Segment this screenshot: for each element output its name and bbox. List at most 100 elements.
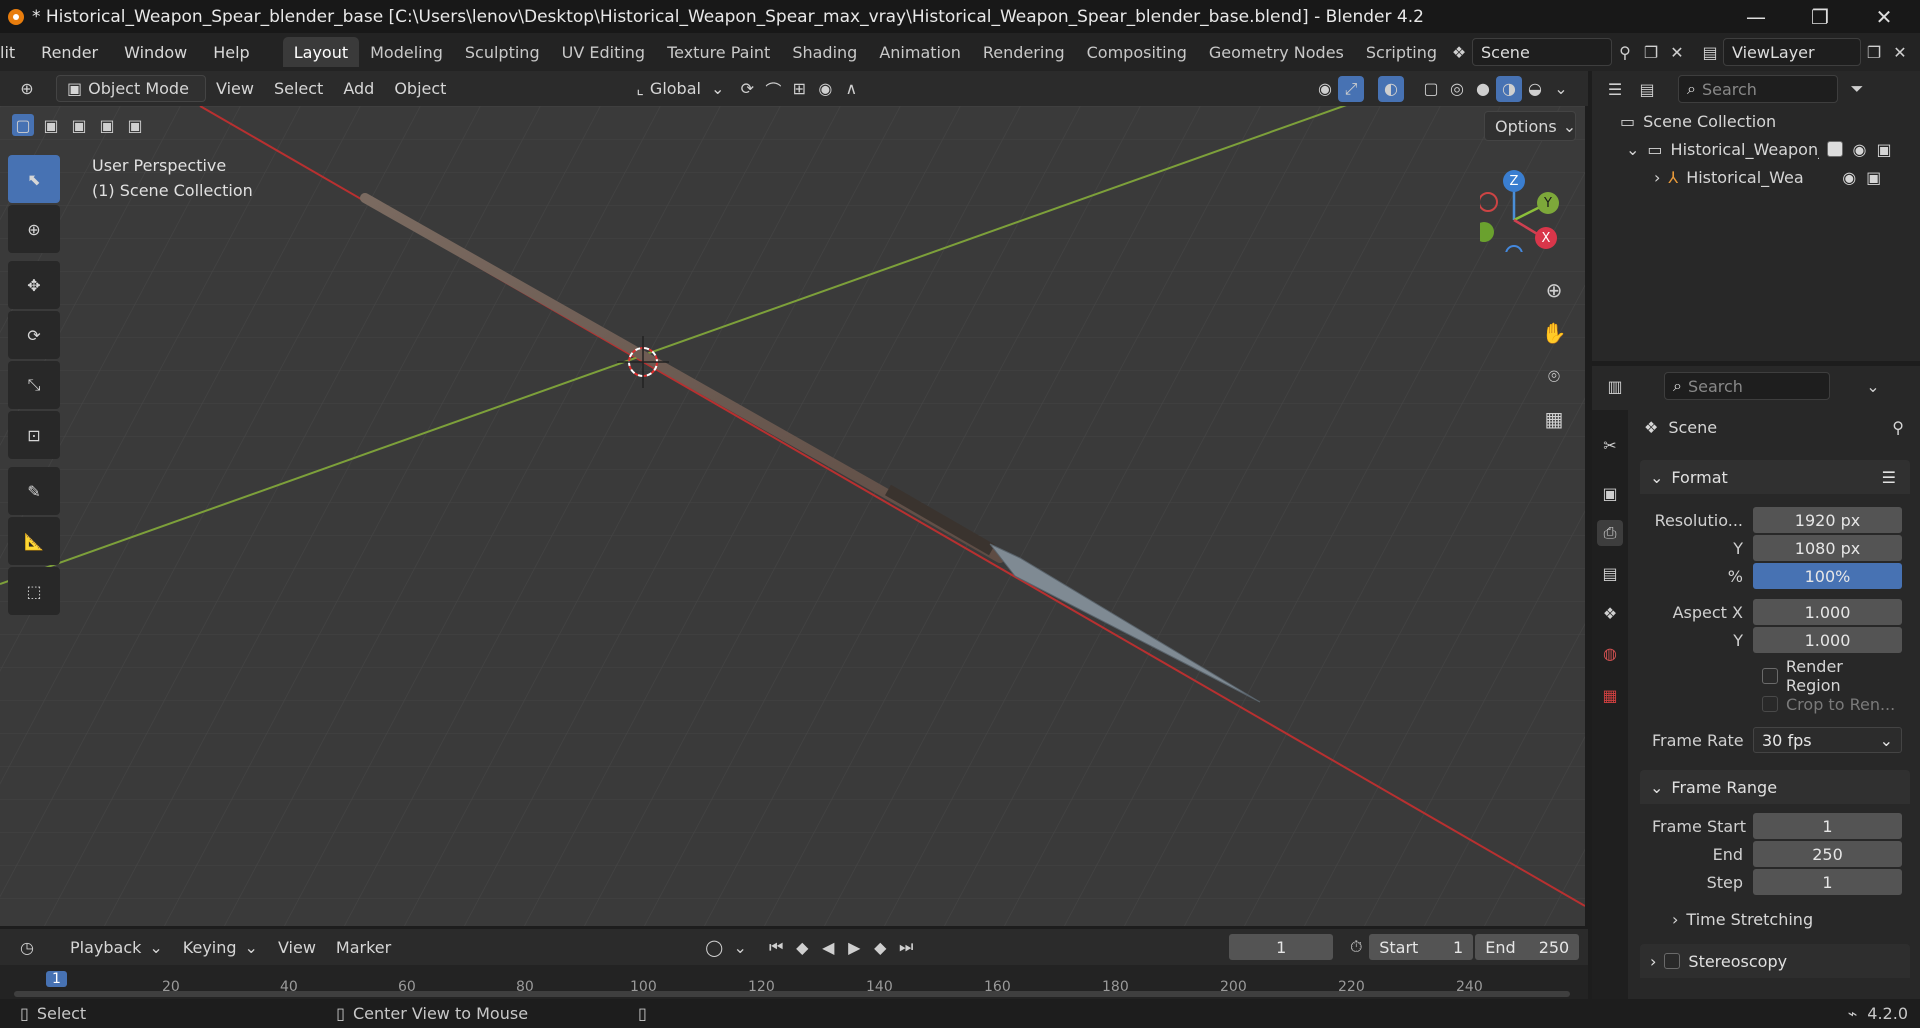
pivot-point-icon[interactable]: ⟳ [734,76,760,102]
delete-scene-icon[interactable]: ✕ [1664,39,1690,65]
outliner-item-collection[interactable]: ⌄ ▭ Historical_Weapon_ ◉ ▣ [1592,135,1920,163]
gizmo-x[interactable]: X [1535,227,1557,249]
jump-start-icon[interactable]: ⏮ [763,934,789,960]
tool-add-cube-icon[interactable]: ⬚ [8,567,60,615]
stereoscopy-checkbox[interactable] [1664,953,1681,969]
format-panel-header[interactable]: ⌄ Format ☰ [1640,460,1910,494]
select-intersect-icon[interactable]: ▣ [124,114,146,136]
pan-hand-icon[interactable]: ✋ [1541,320,1567,346]
shading-solid-icon[interactable]: ● [1470,76,1496,102]
outliner-item-object[interactable]: › ⅄ Historical_Wea ◉ ▣ [1592,163,1920,191]
resolution-percent-field[interactable]: 100% [1753,563,1902,589]
viewport-options-dropdown[interactable]: Options ⌄ [1484,111,1576,141]
new-scene-icon[interactable]: ❐ [1638,39,1664,65]
viewport-menu-add[interactable]: Add [333,75,384,102]
current-frame-field[interactable]: 1 [1229,934,1334,960]
tool-rotate-icon[interactable]: ⟳ [8,311,60,359]
shading-rendered-icon[interactable]: ◒ [1522,76,1548,102]
play-reverse-icon[interactable]: ◀ [815,934,841,960]
scene-selector[interactable]: Scene [1472,38,1612,66]
workspace-tab-shading[interactable]: Shading [781,37,868,67]
outliner-search-input[interactable]: ⌕ Search [1678,75,1838,103]
pin-icon[interactable]: ⚲ [1892,418,1904,437]
menu-render-truncated[interactable]: lit [0,43,28,62]
workspace-tab-geometry-nodes[interactable]: Geometry Nodes [1198,37,1355,67]
resolution-x-field[interactable]: 1920 px [1753,507,1902,533]
play-icon[interactable]: ▶ [841,934,867,960]
gizmo-z[interactable]: Z [1503,170,1525,192]
delete-view-layer-icon[interactable]: ✕ [1887,39,1913,65]
timeline-scrollbar[interactable] [14,991,1570,997]
ortho-grid-icon[interactable]: ▦ [1541,406,1567,432]
stopwatch-icon[interactable]: ⏱ [1343,934,1369,960]
select-subtract-icon[interactable]: ▣ [68,114,90,136]
tool-transform-icon[interactable]: ⊡ [8,411,60,459]
snap-icon[interactable]: ⌒ [760,76,786,102]
scene-icon[interactable]: ❖ [1446,39,1472,65]
prev-keyframe-icon[interactable]: ◆ [789,934,815,960]
gizmo-y[interactable]: Y [1537,192,1559,214]
outliner-root[interactable]: ▭ Scene Collection [1592,107,1920,135]
select-new-icon[interactable]: ▢ [12,114,34,136]
camera-icon[interactable]: ▣ [1877,140,1892,159]
frame-end-field[interactable]: 250 [1753,841,1902,867]
viewport-menu-select[interactable]: Select [264,75,333,102]
workspace-tab-sculpting[interactable]: Sculpting [454,37,551,67]
eye-icon[interactable]: ◉ [1842,168,1856,187]
tool-measure-icon[interactable]: 📐 [8,517,60,565]
camera-view-icon[interactable]: ⌾ [1541,363,1567,389]
zoom-icon[interactable]: ⊕ [1541,277,1567,303]
snap-target-icon[interactable]: ⊞ [786,76,812,102]
display-mode-icon[interactable]: ▤ [1634,76,1660,102]
properties-search-input[interactable]: ⌕ Search [1664,372,1830,400]
render-region-row[interactable]: Render Region [1652,657,1902,695]
overlays-icon[interactable]: ◐ [1378,75,1404,102]
tool-scale-icon[interactable]: ⤡ [8,361,60,409]
3d-viewport[interactable]: User Perspective (1) Scene Collection Z … [0,106,1585,926]
aspect-y-field[interactable]: 1.000 [1753,627,1902,653]
select-extend-icon[interactable]: ▣ [40,114,62,136]
workspace-tab-uv-editing[interactable]: UV Editing [551,37,656,67]
transform-orientation-dropdown[interactable]: ⌞ Global ⌄ [626,75,734,102]
editor-type-icon[interactable]: ⊕ [14,76,40,102]
world-tab-icon[interactable]: ◍ [1597,640,1623,666]
timeline-view-menu[interactable]: View [268,934,326,961]
pin-icon[interactable]: ⚲ [1612,39,1638,65]
texture-tab-icon[interactable]: ▦ [1597,682,1623,708]
resolution-y-field[interactable]: 1080 px [1753,535,1902,561]
view-layer-icon[interactable]: ▤ [1697,39,1723,65]
output-tab-icon[interactable]: ⎙ [1597,520,1623,546]
view-layer-selector[interactable]: ViewLayer [1723,38,1861,66]
gizmo-toggle-icon[interactable]: ⤢ [1338,75,1364,102]
timeline-ruler[interactable]: 1 20 40 60 80 100 120 140 160 180 200 22… [0,965,1588,999]
presets-list-icon[interactable]: ☰ [1882,468,1896,487]
workspace-tab-animation[interactable]: Animation [868,37,972,67]
render-tab-icon[interactable]: ▣ [1597,480,1623,506]
timeline-editor-icon[interactable]: ◷ [14,934,40,960]
menu-render[interactable]: Render [28,43,111,62]
new-view-layer-icon[interactable]: ❐ [1861,39,1887,65]
select-invert-icon[interactable]: ▣ [96,114,118,136]
next-keyframe-icon[interactable]: ◆ [867,934,893,960]
shading-material-icon[interactable]: ◑ [1496,75,1522,102]
auto-keying-icon[interactable]: ◯ [701,934,727,960]
tool-annotate-icon[interactable]: ✎ [8,467,60,515]
properties-type-icon[interactable]: ▥ [1602,373,1628,399]
tool-tab-icon[interactable]: ✂ [1597,432,1623,458]
frame-step-field[interactable]: 1 [1753,869,1902,895]
end-frame-field[interactable]: End 250 [1475,934,1580,960]
visibility-icon[interactable]: ◉ [1312,76,1338,102]
playhead-frame[interactable]: 1 [46,971,67,987]
keying-menu[interactable]: Keying ⌄ [173,934,268,961]
outliner-type-icon[interactable]: ☰ [1602,76,1628,102]
restore-button[interactable]: ❐ [1792,0,1848,33]
viewport-menu-object[interactable]: Object [384,75,456,102]
navigation-gizmo[interactable]: Z Y X [1480,162,1570,252]
aspect-x-field[interactable]: 1.000 [1753,599,1902,625]
menu-help[interactable]: Help [200,43,262,62]
workspace-tab-modeling[interactable]: Modeling [359,37,454,67]
object-mode-dropdown[interactable]: ▣ Object Mode [56,75,206,102]
falloff-icon[interactable]: ∧ [838,76,864,102]
stereoscopy-panel-header[interactable]: › Stereoscopy [1640,944,1910,978]
camera-icon[interactable]: ▣ [1866,168,1881,187]
